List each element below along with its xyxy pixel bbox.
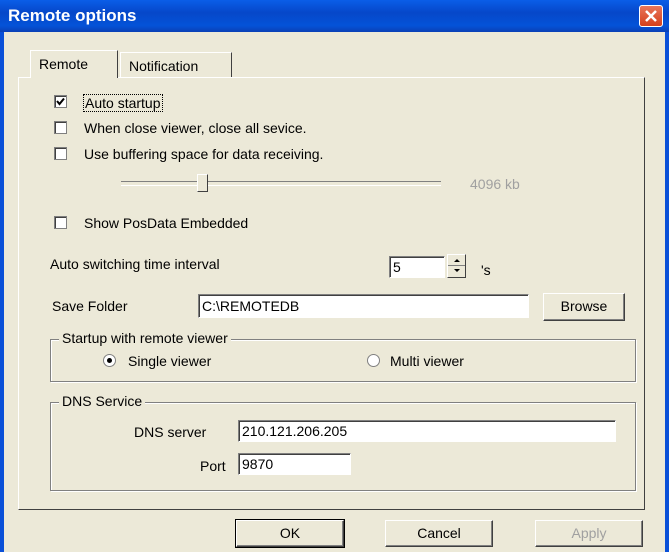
title-bar[interactable]: Remote options xyxy=(0,0,669,32)
window-frame-left xyxy=(0,32,4,552)
auto-switch-unit: 's xyxy=(481,262,491,278)
dns-server-input[interactable] xyxy=(238,420,616,442)
single-viewer-radio[interactable] xyxy=(103,354,116,367)
ok-button[interactable]: OK xyxy=(235,519,345,548)
close-all-service-label: When close viewer, close all sevice. xyxy=(84,120,307,136)
tab-notification-label: Notification xyxy=(129,58,199,74)
close-all-service-checkbox[interactable] xyxy=(54,121,67,134)
save-folder-input[interactable] xyxy=(198,294,529,318)
browse-button[interactable]: Browse xyxy=(543,293,625,321)
buffering-checkbox[interactable] xyxy=(54,147,67,160)
tab-notification[interactable]: Notification xyxy=(120,52,232,78)
dns-server-label: DNS server xyxy=(134,424,207,440)
auto-startup-checkbox[interactable] xyxy=(54,95,67,108)
port-label: Port xyxy=(200,458,226,474)
checkmark-icon xyxy=(56,97,65,106)
cancel-button[interactable]: Cancel xyxy=(385,520,493,547)
dns-group-title: DNS Service xyxy=(59,393,146,409)
buffer-slider-track[interactable] xyxy=(121,181,441,186)
startup-group-title: Startup with remote viewer xyxy=(59,330,231,346)
multi-viewer-label: Multi viewer xyxy=(390,353,464,369)
buffer-slider-thumb[interactable] xyxy=(197,174,208,192)
spinner-arrows-icon xyxy=(454,259,460,272)
tab-remote-label: Remote xyxy=(39,56,89,72)
tab-remote[interactable]: Remote xyxy=(30,50,118,78)
auto-switch-label: Auto switching time interval xyxy=(50,256,220,272)
show-posdata-label: Show PosData Embedded xyxy=(84,215,249,231)
auto-startup-label: Auto startup xyxy=(83,94,163,112)
dns-group: DNS Service xyxy=(50,393,636,491)
buffering-label: Use buffering space for data receiving. xyxy=(84,146,324,162)
auto-switch-spinner[interactable] xyxy=(447,254,466,278)
single-viewer-label: Single viewer xyxy=(128,353,212,369)
radio-selected-dot xyxy=(107,358,112,363)
close-button[interactable] xyxy=(639,5,663,27)
buffer-size-value: 4096 kb xyxy=(470,176,520,192)
window-title: Remote options xyxy=(8,6,137,25)
multi-viewer-radio[interactable] xyxy=(367,354,380,367)
window-frame-right xyxy=(665,32,669,552)
close-icon xyxy=(645,10,657,22)
port-input[interactable] xyxy=(238,453,351,475)
save-folder-label: Save Folder xyxy=(52,298,128,314)
show-posdata-checkbox[interactable] xyxy=(54,216,67,229)
auto-switch-input[interactable] xyxy=(389,256,445,278)
apply-button[interactable]: Apply xyxy=(535,520,643,547)
